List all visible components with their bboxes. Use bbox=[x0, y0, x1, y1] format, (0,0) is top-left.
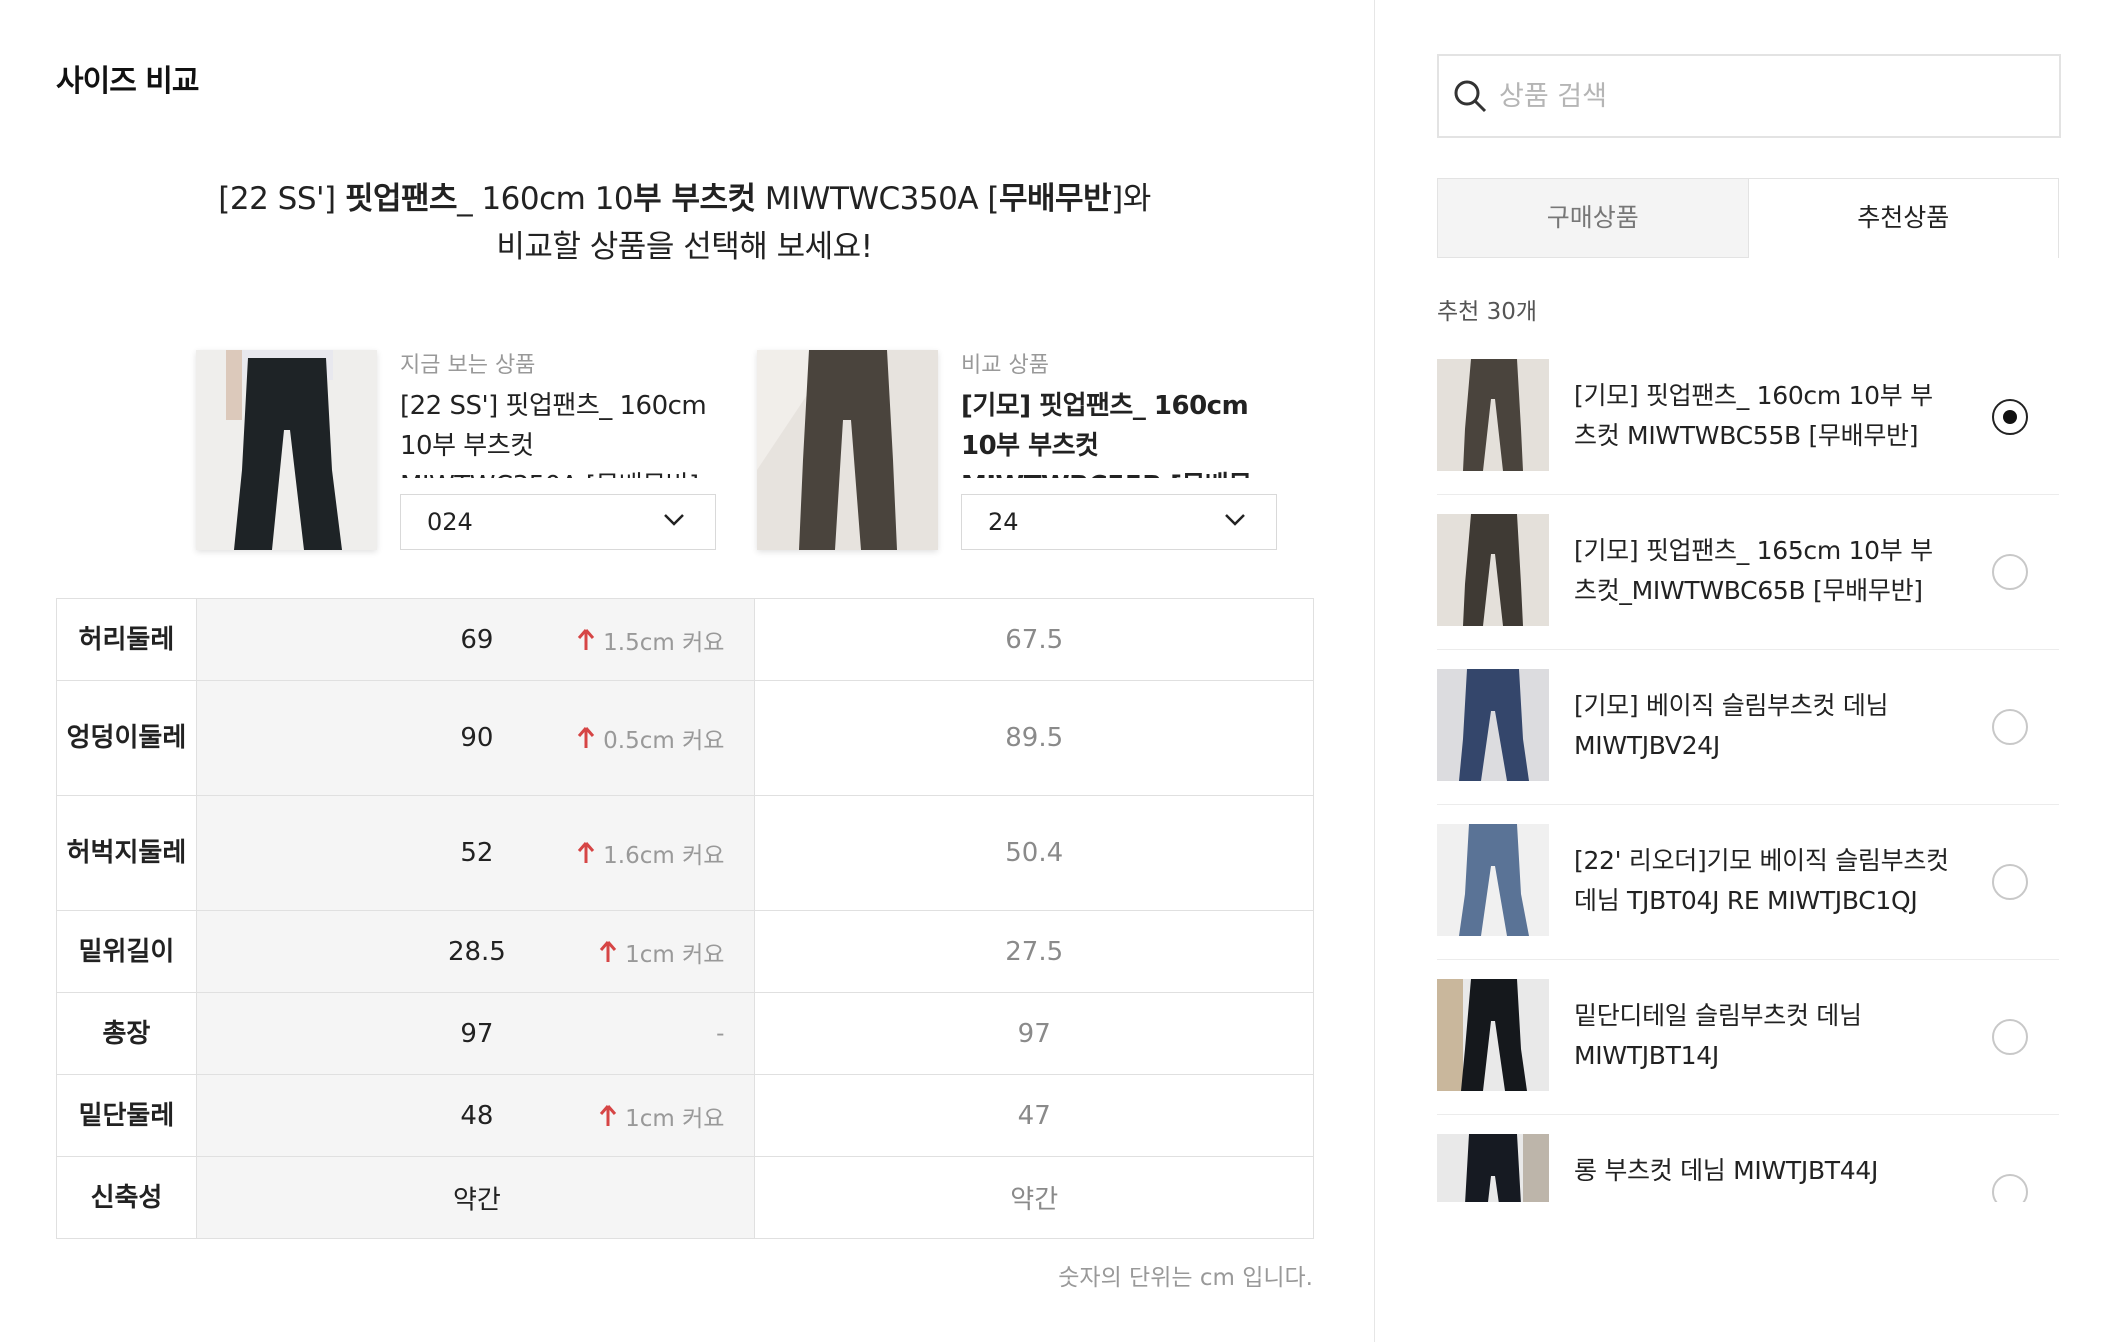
size-compare-panel: 사이즈 비교 [22 SS'] 핏업팬츠_ 160cm 10부 부츠컷 MIWT… bbox=[0, 0, 1375, 1342]
list-item-name: 롱 부츠컷 데님 MIWTJBT44J bbox=[1574, 1156, 1879, 1185]
unit-note: 숫자의 단위는 cm 입니다. bbox=[1058, 1265, 1313, 1291]
tab-purchased[interactable]: 구매상품 bbox=[1437, 178, 1749, 258]
row-label: 신축성 bbox=[56, 1156, 197, 1239]
size-diff: 1.5cm 커요 bbox=[577, 623, 724, 657]
radio-button[interactable] bbox=[1992, 554, 2028, 590]
current-cell: 48 1cm 커요 bbox=[195, 1074, 756, 1157]
intro-line-1: [22 SS'] 핏업팬츠_ 160cm 10부 부츠컷 MIWTWC350A … bbox=[218, 181, 1151, 217]
compare-value: 27.5 bbox=[754, 910, 1314, 993]
compare-value: 67.5 bbox=[754, 598, 1314, 681]
current-product-label: 지금 보는 상품 bbox=[400, 353, 536, 378]
radio-button[interactable] bbox=[1992, 399, 2028, 435]
current-size-value: 024 bbox=[427, 508, 473, 536]
size-compare-table: 허리둘레 69 1.5cm 커요 67.5 엉덩이둘레 90 0.5cm 커요 … bbox=[56, 598, 1314, 1239]
list-item[interactable]: 밑단디테일 슬림부츠컷 데님 MIWTJBT14J bbox=[1437, 960, 2059, 1115]
product-thumbnail bbox=[1437, 669, 1549, 781]
current-cell: 52 1.6cm 커요 bbox=[195, 795, 756, 911]
current-product: 지금 보는 상품 [22 SS'] 핏업팬츠_ 160cm 10부 부츠컷 MI… bbox=[196, 350, 716, 552]
table-row: 밑단둘레 48 1cm 커요 47 bbox=[56, 1074, 1314, 1157]
current-product-image bbox=[196, 350, 377, 550]
product-thumbnail bbox=[1437, 979, 1549, 1091]
recommend-list: [기모] 핏업팬츠_ 160cm 10부 부츠컷 MIWTWBC55B [무배무… bbox=[1437, 340, 2059, 1202]
current-cell: 69 1.5cm 커요 bbox=[195, 598, 756, 681]
current-value: 97 bbox=[460, 1018, 494, 1049]
size-diff: 1cm 커요 bbox=[599, 935, 724, 969]
compare-value: 약간 bbox=[754, 1156, 1314, 1239]
table-row: 허벅지둘레 52 1.6cm 커요 50.4 bbox=[56, 795, 1314, 911]
table-row: 밑위길이 28.5 1cm 커요 27.5 bbox=[56, 910, 1314, 993]
product-thumbnail bbox=[1437, 359, 1549, 471]
row-label: 허리둘레 bbox=[56, 598, 197, 681]
arrow-up-icon bbox=[599, 940, 617, 962]
table-row: 신축성 약간 약간 bbox=[56, 1156, 1314, 1239]
row-label: 밑단둘레 bbox=[56, 1074, 197, 1157]
page-title: 사이즈 비교 bbox=[56, 64, 199, 99]
row-label: 밑위길이 bbox=[56, 910, 197, 993]
compare-value: 89.5 bbox=[754, 680, 1314, 796]
chevron-down-icon bbox=[664, 514, 684, 526]
compare-intro: [22 SS'] 핏업팬츠_ 160cm 10부 부츠컷 MIWTWC350A … bbox=[56, 175, 1313, 271]
compare-product-name: [기모] 핏업팬츠_ 160cm 10부 부츠컷 MIWTWBC55B [무배무… bbox=[961, 391, 1252, 478]
table-row: 허리둘레 69 1.5cm 커요 67.5 bbox=[56, 598, 1314, 681]
search-input[interactable] bbox=[1499, 56, 2039, 136]
chevron-down-icon bbox=[1225, 514, 1245, 526]
table-row: 총장 97 - 97 bbox=[56, 992, 1314, 1075]
list-item[interactable]: [기모] 베이직 슬림부츠컷 데님 MIWTJBV24J bbox=[1437, 650, 2059, 805]
compare-product-info: 비교 상품 [기모] 핏업팬츠_ 160cm 10부 부츠컷 MIWTWBC55… bbox=[961, 350, 1277, 478]
current-cell: 28.5 1cm 커요 bbox=[195, 910, 756, 993]
current-size-select[interactable]: 024 bbox=[400, 494, 716, 550]
list-item-name: 밑단디테일 슬림부츠컷 데님 MIWTJBT14J bbox=[1574, 1001, 1862, 1070]
row-label: 총장 bbox=[56, 992, 197, 1075]
list-item[interactable]: [기모] 핏업팬츠_ 165cm 10부 부츠컷_MIWTWBC65B [무배무… bbox=[1437, 495, 2059, 650]
current-cell: 97 - bbox=[195, 992, 756, 1075]
list-item-name: [22' 리오더]기모 베이직 슬림부츠컷 데님 TJBT04J RE MIWT… bbox=[1574, 846, 1949, 915]
arrow-up-icon bbox=[578, 842, 595, 863]
size-diff: 1.6cm 커요 bbox=[577, 836, 724, 870]
list-item[interactable]: [22' 리오더]기모 베이직 슬림부츠컷 데님 TJBT04J RE MIWT… bbox=[1437, 805, 2059, 960]
row-label: 엉덩이둘레 bbox=[56, 680, 197, 796]
product-picker-panel: 구매상품 추천상품 추천 30개 [기모] 핏업팬츠_ 160cm 10부 부츠… bbox=[1376, 0, 2108, 1342]
intro-line-2: 비교할 상품을 선택해 보세요! bbox=[496, 229, 873, 265]
product-tabs: 구매상품 추천상품 bbox=[1437, 178, 2059, 258]
tab-recommended[interactable]: 추천상품 bbox=[1748, 178, 2059, 258]
compare-size-value: 24 bbox=[988, 508, 1019, 536]
current-cell: 90 0.5cm 커요 bbox=[195, 680, 756, 796]
product-thumbnail bbox=[1437, 1134, 1549, 1202]
radio-button[interactable] bbox=[1992, 1174, 2028, 1202]
product-thumbnail bbox=[1437, 514, 1549, 626]
arrow-up-icon bbox=[599, 1104, 617, 1126]
compare-value: 50.4 bbox=[754, 795, 1314, 911]
list-item[interactable]: 롱 부츠컷 데님 MIWTJBT44J bbox=[1437, 1115, 2059, 1202]
row-label: 허벅지둘레 bbox=[56, 795, 197, 911]
list-item-name: [기모] 핏업팬츠_ 160cm 10부 부츠컷 MIWTWBC55B [무배무… bbox=[1574, 381, 1933, 450]
list-item-name: [기모] 핏업팬츠_ 165cm 10부 부츠컷_MIWTWBC65B [무배무… bbox=[1574, 536, 1933, 605]
recommend-count: 추천 30개 bbox=[1437, 299, 1538, 325]
compare-product-image bbox=[757, 350, 938, 550]
radio-button[interactable] bbox=[1992, 1019, 2028, 1055]
compare-value: 47 bbox=[754, 1074, 1314, 1157]
list-item-name: [기모] 베이직 슬림부츠컷 데님 MIWTJBV24J bbox=[1574, 691, 1889, 760]
table-row: 엉덩이둘레 90 0.5cm 커요 89.5 bbox=[56, 680, 1314, 796]
arrow-up-icon bbox=[578, 727, 595, 748]
compare-size-select[interactable]: 24 bbox=[961, 494, 1277, 550]
arrow-up-icon bbox=[578, 628, 595, 650]
search-box bbox=[1437, 54, 2061, 138]
list-item[interactable]: [기모] 핏업팬츠_ 160cm 10부 부츠컷 MIWTWBC55B [무배무… bbox=[1437, 340, 2059, 495]
current-product-name: [22 SS'] 핏업팬츠_ 160cm 10부 부츠컷 MIWTWC350A … bbox=[400, 391, 707, 478]
product-thumbnail bbox=[1437, 824, 1549, 936]
radio-button[interactable] bbox=[1992, 709, 2028, 745]
size-diff: 1cm 커요 bbox=[599, 1099, 724, 1133]
compare-product-label: 비교 상품 bbox=[961, 353, 1049, 378]
current-value: 약간 bbox=[452, 1185, 501, 1215]
current-cell: 약간 bbox=[195, 1156, 756, 1239]
size-diff: - bbox=[716, 1020, 725, 1047]
compare-product: 비교 상품 [기모] 핏업팬츠_ 160cm 10부 부츠컷 MIWTWBC55… bbox=[757, 350, 1277, 552]
radio-button[interactable] bbox=[1992, 864, 2028, 900]
size-diff: 0.5cm 커요 bbox=[577, 721, 724, 755]
compare-value: 97 bbox=[754, 992, 1314, 1075]
search-icon bbox=[1454, 80, 1487, 113]
current-product-info: 지금 보는 상품 [22 SS'] 핏업팬츠_ 160cm 10부 부츠컷 MI… bbox=[400, 350, 716, 478]
